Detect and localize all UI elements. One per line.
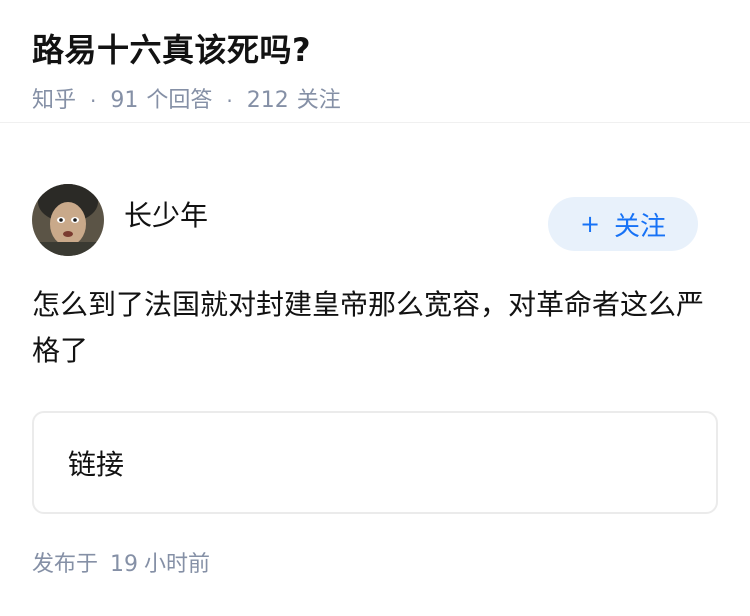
link-card-label: 链接 [68,447,125,481]
follower-count-label: 关注 [296,88,341,113]
follow-button-label: 关注 [614,211,667,242]
meta-separator: · [226,89,233,113]
answer-count: 91 [110,88,139,113]
question-title[interactable]: 路易十六真该死吗? [32,28,718,72]
answer-content: 怎么到了法国就对封建皇帝那么宽容，对革命者这么严格了 [32,288,705,367]
author-name[interactable]: 长少年 [124,194,208,234]
publish-time-value: 19 [110,552,139,577]
follower-count: 212 [246,88,289,113]
answer-count-label: 个回答 [146,88,213,113]
publish-time: 发布于 19 小时前 [32,550,210,580]
publish-time-prefix: 发布于 [32,552,99,577]
avatar-image [32,184,104,256]
avatar[interactable] [32,184,104,256]
author-row: 长少年 + 关注 [32,183,698,257]
source-label[interactable]: 知乎 [32,86,76,116]
publish-time-unit: 小时前 [144,552,211,577]
question-meta: 知乎 · 91 个回答 · 212 关注 [32,86,718,116]
follow-button[interactable]: + 关注 [548,197,698,251]
meta-separator: · [90,89,97,113]
link-card[interactable]: 链接 [32,411,718,514]
question-header: 路易十六真该死吗? 知乎 · 91 个回答 · 212 关注 [0,0,750,123]
plus-icon: + [579,210,601,238]
